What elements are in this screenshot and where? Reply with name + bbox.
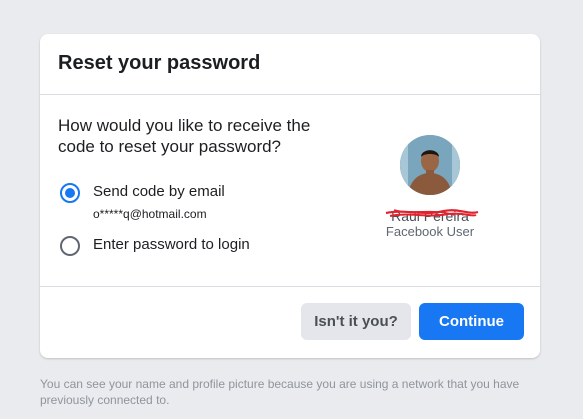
- card-header: Reset your password: [40, 34, 540, 95]
- card-body: How would you like to receive the code t…: [40, 95, 540, 287]
- avatar-photo-icon: [400, 135, 460, 195]
- reset-question: How would you like to receive the code t…: [58, 116, 311, 156]
- profile-subtitle: Facebook User: [385, 224, 475, 239]
- option-send-code-email[interactable]: Send code by email o*****q@hotmail.com: [60, 183, 225, 221]
- redaction-scribble-icon: [385, 209, 479, 217]
- option-enter-password[interactable]: Enter password to login: [60, 236, 250, 256]
- dialog-title: Reset your password: [58, 52, 261, 74]
- option-text: Send code by email o*****q@hotmail.com: [93, 183, 225, 221]
- profile-name-redacted: Raul Pereira: [370, 208, 490, 224]
- continue-button[interactable]: Continue: [419, 303, 524, 340]
- card-footer: Isn't it you? Continue: [40, 287, 540, 357]
- radio-enter-password[interactable]: [60, 236, 80, 256]
- radio-send-code-email[interactable]: [60, 183, 80, 203]
- option-text: Enter password to login: [93, 236, 250, 254]
- option-label-password[interactable]: Enter password to login: [93, 236, 250, 254]
- option-label-email[interactable]: Send code by email: [93, 183, 225, 201]
- reset-password-card: Reset your password How would you like t…: [40, 34, 540, 358]
- profile-block: Raul Pereira Facebook User: [370, 135, 490, 239]
- masked-email: o*****q@hotmail.com: [93, 207, 207, 221]
- not-you-button[interactable]: Isn't it you?: [301, 303, 411, 340]
- avatar: [400, 135, 460, 195]
- footer-note: You can see your name and profile pictur…: [40, 377, 520, 407]
